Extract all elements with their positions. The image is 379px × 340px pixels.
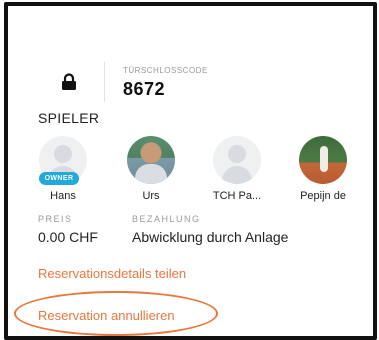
payment-label: BEZAHLUNG [132,214,201,224]
player-name: Urs [142,190,160,202]
divider [104,62,105,102]
lock-code-label: TÜRSCHLOSSCODE [123,66,208,75]
lock-icon [62,73,76,90]
player-hans[interactable]: OWNER Hans [28,136,98,202]
reservation-card: TÜRSCHLOSSCODE 8672 SPIELER OWNER Hans U… [4,2,377,340]
player-name: Hans [50,190,76,202]
payment-value: Abwicklung durch Anlage [132,229,289,245]
player-name: TCH Pa... [212,190,262,202]
player-urs[interactable]: Urs [116,136,186,202]
avatar [127,136,175,184]
lock-code-value: 8672 [123,79,166,99]
player-pepijn[interactable]: Pepijn de [288,136,358,202]
owner-badge: OWNER [39,172,79,185]
avatar [213,136,261,184]
cancel-reservation-link[interactable]: Reservation annullieren [38,308,175,323]
price-value: 0.00 CHF [38,229,98,245]
share-reservation-link[interactable]: Reservationsdetails teilen [38,266,186,281]
avatar [299,136,347,184]
player-tch[interactable]: TCH Pa... [202,136,272,202]
players-heading: SPIELER [38,110,100,126]
price-label: PREIS [38,214,73,224]
player-name: Pepijn de [300,190,346,202]
door-lock-section: TÜRSCHLOSSCODE 8672 [8,46,373,106]
